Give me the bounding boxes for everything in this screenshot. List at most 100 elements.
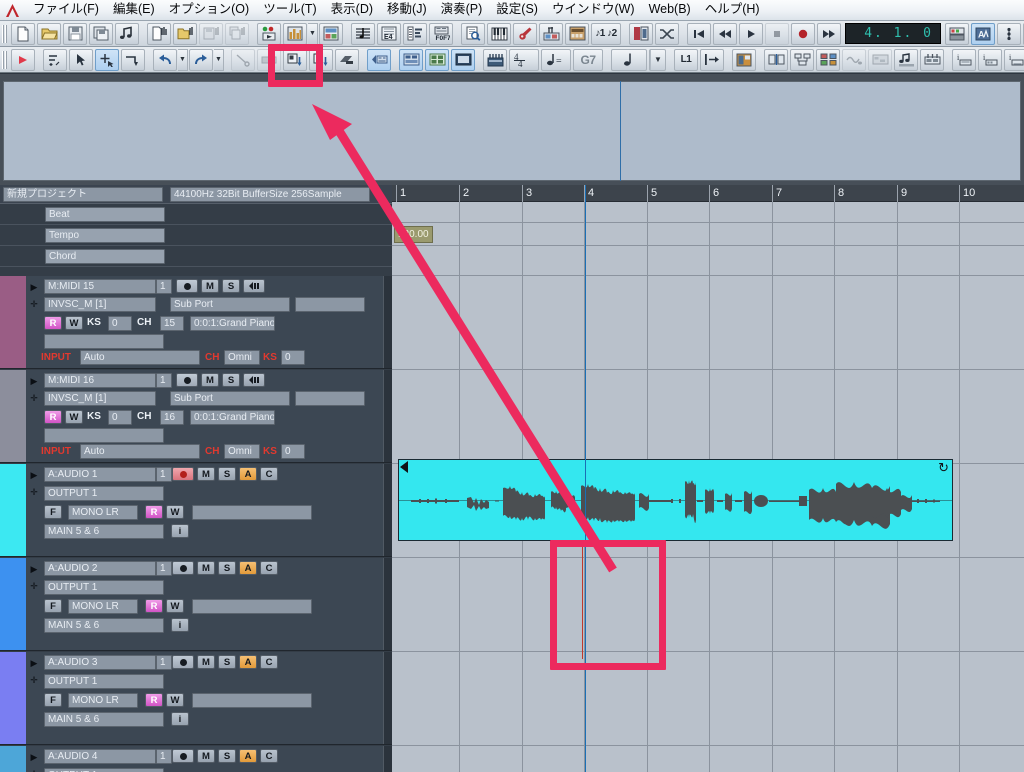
open-midi-button[interactable]: [173, 22, 197, 45]
track-input-ch-value[interactable]: Omni: [224, 444, 260, 459]
beat-lane[interactable]: [392, 202, 1024, 223]
track-lane-audio-4[interactable]: [392, 746, 1024, 772]
track-record-button[interactable]: [176, 279, 198, 293]
track-expand-icon[interactable]: ▶: [26, 281, 42, 293]
track-bus-field[interactable]: MAIN 5 & 6: [44, 712, 164, 727]
track-channel-field[interactable]: 1: [156, 655, 172, 670]
track-mute-button[interactable]: M: [197, 561, 215, 575]
menu-item-web[interactable]: Web(B): [642, 0, 698, 20]
track-lane-midi-15[interactable]: [392, 276, 1024, 370]
track-output-field[interactable]: OUTPUT 1: [44, 486, 164, 501]
menu-item-settings[interactable]: 設定(S): [489, 0, 545, 20]
track-record-button[interactable]: [172, 749, 194, 763]
arrange-view[interactable]: 1 2 3 4 5 6 7 8 9 10 120.00 ↻: [392, 185, 1024, 772]
track-add-icon[interactable]: ✛: [26, 486, 42, 498]
track-freeze-button[interactable]: F: [44, 599, 62, 613]
track-info-button[interactable]: i: [171, 712, 189, 726]
track-compare-button[interactable]: C: [260, 561, 278, 575]
track-expand-icon[interactable]: ▶: [26, 469, 42, 481]
marker-button[interactable]: [399, 48, 423, 71]
chord-view-button[interactable]: F0F7: [429, 22, 453, 45]
transport-to-start-button[interactable]: [687, 22, 711, 45]
info-1-button[interactable]: i: [952, 48, 976, 71]
track-expand-icon[interactable]: ▶: [26, 375, 42, 387]
piano-roll-button[interactable]: [403, 22, 427, 45]
track-input-ch-value[interactable]: Omni: [224, 350, 260, 365]
cut-tool-button[interactable]: [231, 48, 255, 71]
track-mode-field[interactable]: MONO LR: [68, 505, 138, 520]
track-extra-field[interactable]: [295, 391, 365, 406]
menu-item-view[interactable]: 表示(D): [324, 0, 380, 20]
transport-position-display[interactable]: 4. 1. 0: [845, 23, 941, 44]
tempo-button[interactable]: =: [541, 48, 571, 71]
track-channel-field[interactable]: 1: [156, 467, 172, 482]
fullscreen-button[interactable]: [451, 48, 475, 71]
shuffle-button[interactable]: [655, 22, 679, 45]
track-add-icon[interactable]: ✛: [26, 674, 42, 686]
redo-dropdown-icon[interactable]: ▼: [214, 48, 224, 71]
note-value-dropdown[interactable]: ▼: [649, 48, 666, 71]
track-scrollbar[interactable]: [383, 464, 392, 556]
chord-lane[interactable]: [392, 246, 1024, 276]
chord-symbol-button[interactable]: G7: [573, 48, 603, 71]
pencil-tool-button[interactable]: [43, 48, 67, 71]
track-output-field[interactable]: OUTPUT 1: [44, 580, 164, 595]
score-view-button[interactable]: [351, 22, 375, 45]
menu-item-play[interactable]: 演奏(P): [434, 0, 490, 20]
track-add-icon[interactable]: ✛: [26, 392, 42, 404]
tempo-marker[interactable]: 120.00: [394, 226, 433, 243]
toolbar-grip-icon[interactable]: [1, 23, 8, 44]
track-patch-field[interactable]: 0:0:1:Grand Piano: [190, 410, 275, 425]
track-mute-button[interactable]: M: [197, 749, 215, 763]
audio-clip-1[interactable]: ↻: [398, 459, 953, 541]
snapshot-button[interactable]: [425, 48, 449, 71]
track-extra-field[interactable]: [295, 297, 365, 312]
info-3-button[interactable]: i: [1004, 48, 1024, 71]
track-output-field[interactable]: OUTPUT 1: [44, 674, 164, 689]
track-automation-button[interactable]: A: [239, 561, 257, 575]
loop-region-button[interactable]: [367, 48, 391, 71]
track-bank-field[interactable]: [44, 334, 164, 349]
track-input-value[interactable]: Auto: [80, 350, 200, 365]
track-solo-button[interactable]: S: [218, 655, 236, 669]
track-read-automation-button[interactable]: R: [145, 505, 163, 519]
track-compare-button[interactable]: C: [260, 467, 278, 481]
track-record-button[interactable]: [176, 373, 198, 387]
track-automation-button[interactable]: A: [239, 467, 257, 481]
midi-edit-button[interactable]: [868, 48, 892, 71]
track-compare-button[interactable]: C: [260, 749, 278, 763]
arrange-view-button[interactable]: [257, 22, 281, 45]
menu-item-help[interactable]: ヘルプ(H): [698, 0, 767, 20]
track-name-field[interactable]: M:MIDI 15: [44, 279, 156, 294]
track-freeze-button[interactable]: F: [44, 505, 62, 519]
track-read-automation-button[interactable]: R: [44, 410, 62, 424]
track-channel-field[interactable]: 1: [156, 279, 172, 294]
link-view-button[interactable]: [790, 48, 814, 71]
mixer-strip-button[interactable]: [483, 48, 507, 71]
track-monitor-button[interactable]: [243, 373, 265, 387]
timeline-ruler[interactable]: 1 2 3 4 5 6 7 8 9 10: [392, 185, 1024, 202]
tempo-lane[interactable]: 120.00: [392, 223, 1024, 246]
track-write-automation-button[interactable]: W: [166, 505, 184, 519]
track-list-button[interactable]: [319, 22, 343, 45]
track-bank-field[interactable]: [44, 428, 164, 443]
track-row-midi-16[interactable]: ▶ ✛ M:MIDI 16 1 M S INVSC_M [1] Sub Port…: [0, 370, 392, 463]
track-read-automation-button[interactable]: R: [145, 693, 163, 707]
mixer-view-dropdown-icon[interactable]: ▼: [308, 22, 318, 45]
transport-stop-button[interactable]: [765, 22, 789, 45]
track-scrollbar[interactable]: [383, 276, 392, 368]
tempo-track-row[interactable]: Tempo: [0, 225, 392, 246]
redo-button[interactable]: [189, 48, 213, 71]
track-name-field[interactable]: A:AUDIO 1: [44, 467, 156, 482]
audio-settings-field[interactable]: 44100Hz 32Bit BufferSize 256Sample: [170, 187, 370, 202]
new-file-button[interactable]: [11, 22, 35, 45]
track-row-audio-3[interactable]: ▶ ✛ A:AUDIO 3 1 M S A C OUTPUT 1 F MONO …: [0, 652, 392, 745]
transport-rewind-button[interactable]: [713, 22, 737, 45]
track-info-button[interactable]: i: [171, 618, 189, 632]
menu-item-move[interactable]: 移動(J): [380, 0, 434, 20]
track-monitor-button[interactable]: [243, 279, 265, 293]
track-name-field[interactable]: M:MIDI 16: [44, 373, 156, 388]
track-name-field[interactable]: A:AUDIO 2: [44, 561, 156, 576]
track-scrollbar[interactable]: [383, 558, 392, 650]
track-mute-button[interactable]: M: [201, 279, 219, 293]
